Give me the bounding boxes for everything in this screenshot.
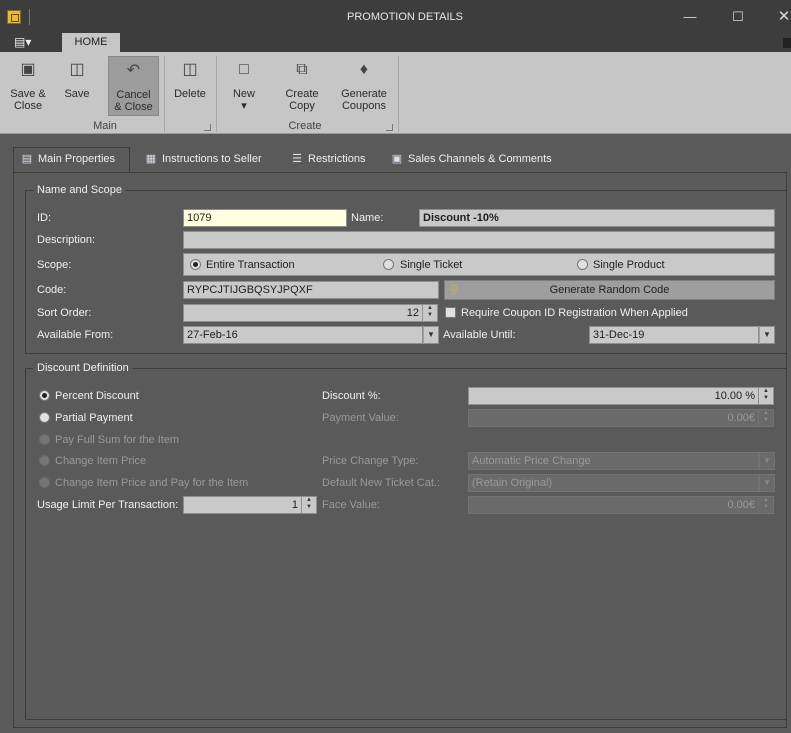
scope-single-ticket-radio[interactable] — [383, 259, 394, 270]
discount-pct-field[interactable]: 10.00 % — [468, 387, 759, 405]
code-field[interactable]: RYPCJTIJGBQSYJPQXF — [183, 281, 439, 299]
available-from-dropdown-icon[interactable]: ▼ — [423, 326, 439, 344]
ribbon-separator — [216, 56, 217, 132]
tab-main-properties[interactable]: ▤ Main Properties — [13, 147, 130, 172]
available-from-field[interactable]: 27-Feb-16 — [183, 326, 423, 344]
new-button[interactable]: □ New ▾ — [222, 56, 266, 116]
pay-full-sum-radio[interactable] — [39, 434, 50, 445]
list-icon: ☰ — [292, 153, 302, 165]
scope-entire-transaction-radio[interactable] — [190, 259, 201, 270]
partial-payment-label: Partial Payment — [55, 412, 133, 424]
face-value-label: Face Value: — [322, 499, 380, 511]
tab-restrictions[interactable]: ☰ Restrictions — [284, 148, 376, 172]
tab-sales-channels-comments[interactable]: ▣ Sales Channels & Comments — [384, 148, 564, 172]
id-field[interactable]: 1079 — [183, 209, 347, 227]
channels-icon: ▣ — [391, 153, 403, 165]
usage-limit-field[interactable]: 1 — [183, 496, 302, 514]
save-close-icon: ▣ — [20, 61, 36, 78]
description-label: Description: — [37, 234, 96, 246]
face-value-field[interactable]: 0.00€ — [468, 496, 759, 514]
delete-button[interactable]: ◫ Delete — [168, 56, 212, 116]
generate-random-code-button[interactable]: ⚲ Generate Random Code — [444, 280, 775, 300]
sort-order-spinner[interactable]: ▲ ▼ — [423, 304, 438, 322]
ribbon-separator — [398, 56, 399, 132]
tab-home[interactable]: HOME — [62, 33, 120, 53]
scope-entire-transaction-label: Entire Transaction — [206, 259, 295, 271]
window-title: PROMOTION DETAILS — [347, 11, 463, 23]
instructions-icon: ▦ — [145, 153, 157, 165]
require-coupon-label: Require Coupon ID Registration When Appl… — [461, 307, 688, 319]
description-field[interactable] — [183, 231, 775, 249]
discount-definition-title: Discount Definition — [33, 362, 133, 374]
usage-limit-label: Usage Limit Per Transaction: — [37, 499, 179, 511]
generate-coupons-button[interactable]: ♦ Generate Coupons — [336, 56, 392, 116]
price-change-type-label: Price Change Type: — [322, 455, 419, 467]
scope-single-ticket-label: Single Ticket — [400, 259, 463, 271]
percent-discount-radio[interactable] — [39, 390, 50, 401]
available-until-field[interactable]: 31-Dec-19 — [589, 326, 759, 344]
change-item-price-label: Change Item Price — [55, 455, 147, 467]
scope-label: Scope: — [37, 259, 72, 271]
copy-icon: ⧉ — [296, 61, 308, 78]
pay-full-sum-label: Pay Full Sum for the Item — [55, 434, 180, 446]
save-icon: ◫ — [69, 61, 85, 78]
payment-value-spinner[interactable]: ▲ ▼ — [759, 409, 774, 427]
key-icon: ⚲ — [450, 284, 459, 296]
code-label: Code: — [37, 284, 67, 296]
available-until-label: Available Until: — [443, 329, 516, 341]
properties-icon: ▤ — [21, 153, 33, 165]
change-price-and-pay-label: Change Item Price and Pay for the Item — [55, 477, 249, 489]
require-coupon-checkbox[interactable] — [445, 307, 456, 318]
undo-icon: ↶ — [126, 62, 141, 79]
name-field[interactable]: Discount -10% — [419, 209, 775, 227]
id-label: ID: — [37, 212, 52, 224]
group-label-create: Create — [288, 120, 322, 132]
save-close-button[interactable]: ▣ Save & Close — [6, 56, 50, 116]
group-label-main: Main — [93, 120, 117, 132]
scope-single-product-radio[interactable] — [577, 259, 588, 270]
usage-limit-spinner[interactable]: ▲ ▼ — [302, 496, 317, 514]
scope-single-product-label: Single Product — [593, 259, 665, 271]
face-value-spinner[interactable]: ▲ ▼ — [759, 496, 774, 514]
maximize-icon[interactable]: ☐ — [728, 7, 748, 27]
sort-order-field[interactable]: 12 — [183, 304, 423, 322]
name-scope-title: Name and Scope — [33, 184, 126, 196]
ribbon-collapse-icon[interactable] — [783, 38, 791, 48]
discount-pct-label: Discount %: — [322, 390, 381, 402]
create-group-launcher-icon[interactable] — [386, 124, 393, 131]
percent-discount-label: Percent Discount — [55, 390, 139, 402]
change-price-and-pay-radio[interactable] — [39, 477, 50, 488]
tab-instructions-to-seller[interactable]: ▦ Instructions to Seller — [138, 148, 278, 172]
main-group-launcher-icon[interactable] — [204, 124, 211, 131]
price-change-type-dropdown-icon[interactable]: ▼ — [759, 452, 775, 470]
default-ticket-cat-label: Default New Ticket Cat.: — [322, 477, 440, 489]
cancel-close-button[interactable]: ↶ Cancel & Close — [108, 56, 159, 116]
available-until-dropdown-icon[interactable]: ▼ — [759, 326, 775, 344]
default-ticket-cat-dropdown-icon[interactable]: ▼ — [759, 474, 775, 492]
trash-icon: ◫ — [182, 61, 198, 78]
coupons-icon: ♦ — [359, 61, 369, 78]
change-item-price-radio[interactable] — [39, 455, 50, 466]
payment-value-field[interactable]: 0.00€ — [468, 409, 759, 427]
new-icon: □ — [239, 61, 249, 78]
create-copy-button[interactable]: ⧉ Create Copy — [278, 56, 326, 116]
quick-access-menu-icon[interactable]: ▤▾ — [14, 34, 44, 50]
close-icon[interactable]: ✕ — [774, 7, 791, 27]
minimize-icon[interactable]: — — [680, 7, 700, 27]
available-from-label: Available From: — [37, 329, 114, 341]
default-ticket-cat-field[interactable]: (Retain Original) — [468, 474, 759, 492]
price-change-type-field[interactable]: Automatic Price Change — [468, 452, 759, 470]
discount-pct-spinner[interactable]: ▲ ▼ — [759, 387, 774, 405]
ribbon-separator — [164, 56, 165, 132]
sort-order-label: Sort Order: — [37, 307, 92, 319]
save-button[interactable]: ◫ Save — [56, 56, 98, 116]
payment-value-label: Payment Value: — [322, 412, 399, 424]
partial-payment-radio[interactable] — [39, 412, 50, 423]
name-label: Name: — [351, 212, 384, 224]
